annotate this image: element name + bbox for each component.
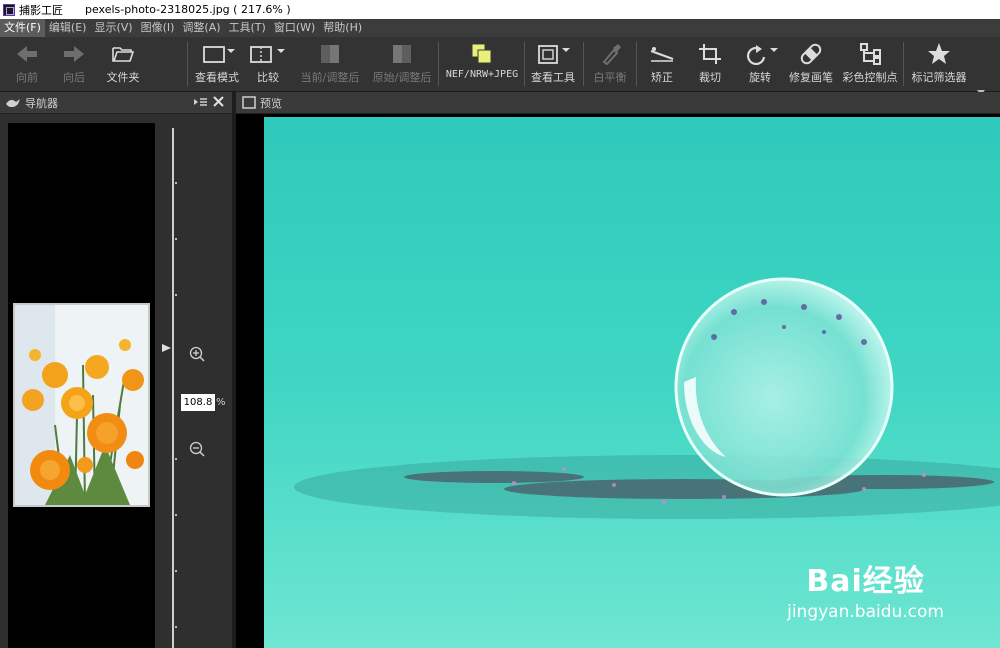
- menu-image[interactable]: 图像(I): [137, 19, 179, 37]
- star-icon: [926, 41, 952, 67]
- color-control-point-label: 彩色控制点: [842, 71, 898, 84]
- app-logo-icon: [3, 3, 15, 16]
- toolbar-separator: [524, 42, 525, 86]
- zoom-value-input[interactable]: 108.8: [181, 394, 215, 411]
- control-point-icon: [857, 41, 883, 67]
- menu-adjust[interactable]: 调整(A): [178, 19, 224, 37]
- back-button[interactable]: 向前: [10, 41, 44, 89]
- straighten-label: 矫正: [651, 71, 673, 84]
- retouch-brush-label: 修复画笔: [789, 71, 833, 84]
- arrow-right-icon: [62, 41, 86, 67]
- back-label: 向前: [16, 71, 38, 84]
- compare-icon: [248, 41, 288, 67]
- rotate-label: 旋转: [749, 71, 771, 84]
- original-adjusted-icon: [390, 41, 414, 67]
- menu-window[interactable]: 窗口(W): [270, 19, 319, 37]
- menu-help[interactable]: 帮助(H): [319, 19, 366, 37]
- straighten-icon: [648, 41, 676, 67]
- compare-button[interactable]: 比较: [247, 41, 289, 89]
- current-adjusted-button[interactable]: 当前/调整后: [297, 41, 363, 89]
- zoom-slider-thumb[interactable]: [162, 338, 171, 357]
- zoom-tick: [175, 458, 177, 460]
- preview-header: 预览: [236, 92, 1000, 114]
- forward-label: 向后: [63, 71, 85, 84]
- zoom-in-icon[interactable]: [189, 346, 205, 366]
- navigator-canvas[interactable]: [8, 123, 155, 648]
- toolbar-separator: [903, 42, 904, 86]
- crop-label: 裁切: [699, 71, 721, 84]
- zoom-slider-track[interactable]: [172, 128, 174, 648]
- toolbar-separator: [438, 42, 439, 86]
- watermark-url: jingyan.baidu.com: [787, 602, 944, 622]
- app-title: 捕影工匠: [19, 3, 63, 17]
- label-filter-label: 标记筛选器: [911, 71, 967, 84]
- navigator-panel: 108.8 %: [0, 114, 232, 648]
- current-adjusted-label: 当前/调整后: [300, 71, 360, 84]
- current-adjusted-icon: [318, 41, 342, 67]
- toolbar-separator: [583, 42, 584, 86]
- original-adjusted-label: 原始/调整后: [372, 71, 432, 84]
- view-tools-icon: [533, 41, 573, 67]
- zoom-unit: %: [216, 397, 226, 408]
- label-filter-button[interactable]: 标记筛选器: [908, 41, 970, 89]
- compare-label: 比较: [257, 71, 279, 84]
- view-tools-button[interactable]: 查看工具: [528, 41, 578, 89]
- navigator-title: 导航器: [25, 96, 58, 110]
- original-adjusted-button[interactable]: 原始/调整后: [368, 41, 436, 89]
- menu-bar: 文件(F) 编辑(E) 显示(V) 图像(I) 调整(A) 工具(T) 窗口(W…: [0, 19, 1000, 37]
- zoom-tick: [175, 294, 177, 296]
- folder-button[interactable]: 文件夹: [104, 41, 142, 89]
- zoom-out-icon[interactable]: [189, 441, 205, 461]
- retouch-brush-button[interactable]: 修复画笔: [786, 41, 836, 89]
- close-icon[interactable]: [213, 96, 224, 107]
- folder-label: 文件夹: [106, 71, 140, 84]
- preview-area[interactable]: Bai经验 jingyan.baidu.com: [236, 114, 1000, 648]
- forward-button[interactable]: 向后: [57, 41, 91, 89]
- color-control-point-button[interactable]: 彩色控制点: [840, 41, 900, 89]
- nef-jpeg-icon: [469, 41, 495, 67]
- view-mode-label: 查看模式: [195, 71, 239, 84]
- zoom-tick: [175, 570, 177, 572]
- zoom-tick: [175, 514, 177, 516]
- menu-view[interactable]: 显示(V): [90, 19, 136, 37]
- bird-icon: [5, 97, 21, 109]
- toolbar-separator: [636, 42, 637, 86]
- navigator-header: 导航器: [0, 92, 232, 114]
- menu-edit[interactable]: 编辑(E): [45, 19, 91, 37]
- navigator-thumbnail[interactable]: [13, 303, 150, 507]
- crop-icon: [697, 41, 723, 67]
- zoom-tick: [175, 238, 177, 240]
- preview-title: 预览: [260, 96, 282, 110]
- baidu-watermark: Bai经验 jingyan.baidu.com: [787, 556, 944, 622]
- view-mode-button[interactable]: 查看模式: [193, 41, 241, 89]
- crop-button[interactable]: 裁切: [690, 41, 730, 89]
- view-mode-icon: [198, 41, 236, 67]
- eyedropper-icon: [598, 41, 622, 67]
- flower-thumbnail-image: [15, 305, 148, 505]
- title-bar: 捕影工匠 pexels-photo-2318025.jpg ( 217.6% ): [0, 0, 1000, 19]
- view-tools-label: 查看工具: [531, 71, 575, 84]
- toolbar-separator: [187, 42, 188, 86]
- rotate-button[interactable]: 旋转: [738, 41, 782, 89]
- rotate-icon: [740, 41, 780, 67]
- preview-window-icon: [242, 96, 256, 109]
- arrow-left-icon: [15, 41, 39, 67]
- white-balance-button[interactable]: 白平衡: [588, 41, 632, 89]
- straighten-button[interactable]: 矫正: [642, 41, 682, 89]
- zoom-tick: [175, 182, 177, 184]
- nef-jpeg-label: NEF/NRW+JPEG: [445, 69, 519, 80]
- menu-tools[interactable]: 工具(T): [225, 19, 270, 37]
- white-balance-label: 白平衡: [593, 71, 627, 84]
- watermark-brand: Bai经验: [806, 564, 925, 599]
- zoom-tick: [175, 626, 177, 628]
- panel-menu-icon[interactable]: [194, 97, 208, 108]
- main-toolbar: 向前 向后 文件夹 查看模式 比较 当前/调整后 原始/调整后 NEF/NRW+…: [0, 37, 1000, 95]
- folder-icon: [111, 41, 135, 67]
- nef-jpeg-button[interactable]: NEF/NRW+JPEG: [443, 41, 521, 89]
- bandage-icon: [798, 41, 824, 67]
- menu-file[interactable]: 文件(F): [0, 19, 45, 37]
- file-title: pexels-photo-2318025.jpg ( 217.6% ): [85, 3, 291, 16]
